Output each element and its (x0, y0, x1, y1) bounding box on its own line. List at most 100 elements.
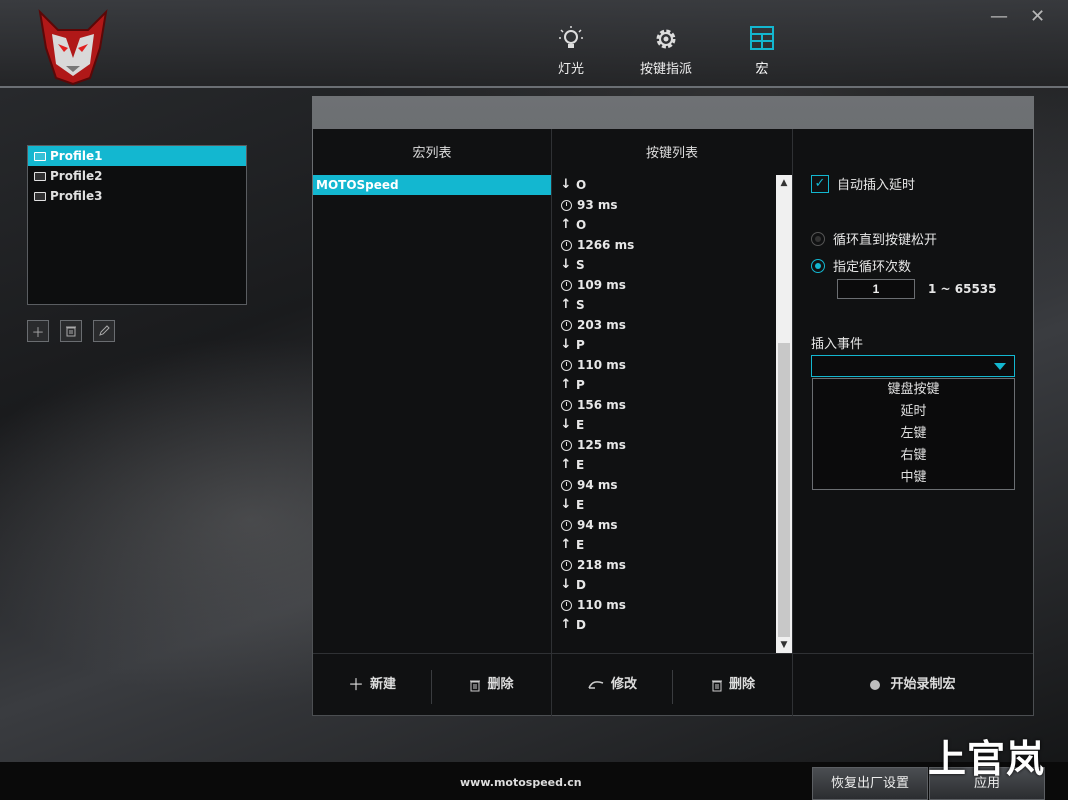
key-event-row[interactable]: ↓ P (552, 335, 774, 355)
key-list-header: 按键列表 (645, 146, 698, 161)
website-url: www.motospeed.cn (460, 776, 582, 789)
scroll-thumb[interactable] (778, 343, 790, 637)
macro-options-column: ✓ 自动插入延时 循环直到按键松开 指定循环次数 1 ~ 65535 插入事件 … (793, 129, 1033, 653)
minimize-button[interactable]: — (990, 6, 1008, 27)
arrow-down-icon: ↓ (560, 257, 572, 272)
key-event-label: D (576, 618, 586, 632)
macro-list-item[interactable]: MOTOSpeed (313, 175, 551, 195)
scroll-down-arrow[interactable]: ▼ (776, 637, 792, 653)
tab-macro[interactable]: 宏 (722, 24, 802, 77)
event-option[interactable]: 中键 (813, 467, 1014, 489)
clock-icon (561, 559, 572, 571)
key-event-row[interactable]: ↓ E (552, 495, 774, 515)
key-event-row[interactable]: 109 ms (552, 275, 774, 295)
plus-icon: ＋ (347, 675, 364, 694)
key-event-label: E (576, 418, 585, 432)
loop-count-input[interactable] (837, 279, 915, 299)
clock-icon (561, 319, 572, 331)
macro-panel: 宏列表 MOTOSpeed 按键列表 ↓ O 93 ms ↑ O 1266 ms ↓ S 109… (313, 129, 1033, 716)
key-event-row[interactable]: 1266 ms (552, 235, 774, 255)
key-event-row[interactable]: ↑ P (552, 375, 774, 395)
key-event-row[interactable]: 93 ms (552, 195, 774, 215)
key-list-scrollbar[interactable]: ▲ ▼ (776, 175, 792, 653)
loop-count-option[interactable]: 指定循环次数 (811, 256, 911, 275)
scroll-up-arrow[interactable]: ▲ (776, 175, 792, 191)
auto-delay-row[interactable]: ✓ 自动插入延时 (811, 174, 915, 193)
new-macro-button[interactable]: ＋ 新建 (313, 654, 431, 716)
close-button[interactable]: ✕ (1030, 6, 1045, 27)
panel-bottom-bar: ＋ 新建 删除 修改 删除 开始录制宏 (313, 653, 1033, 716)
key-event-row[interactable]: 110 ms (552, 355, 774, 375)
event-option[interactable]: 键盘按键 (813, 379, 1014, 401)
loop-until-release-option[interactable]: 循环直到按键松开 (811, 229, 937, 248)
delete-key-button[interactable]: 删除 (673, 654, 793, 716)
key-event-row[interactable]: ↓ S (552, 255, 774, 275)
radio-icon[interactable] (811, 231, 825, 246)
key-event-row[interactable]: 218 ms (552, 555, 774, 575)
folder-icon (34, 171, 46, 181)
key-event-label: D (576, 578, 586, 592)
event-option[interactable]: 左键 (813, 423, 1014, 445)
key-event-label: 109 ms (577, 278, 626, 292)
tab-macro-label: 宏 (755, 62, 769, 77)
factory-reset-button[interactable]: 恢复出厂设置 (812, 767, 928, 800)
delete-profile-button[interactable] (60, 320, 82, 342)
key-event-row[interactable]: 94 ms (552, 515, 774, 535)
folder-icon (34, 151, 46, 161)
chevron-down-icon (994, 363, 1006, 370)
macro-grid-icon (722, 24, 802, 54)
key-list-column: 按键列表 ↓ O 93 ms ↑ O 1266 ms ↓ S 109 ms ↑ S 203 ms ↓ P 1… (552, 129, 793, 653)
macro-list-column: 宏列表 MOTOSpeed (313, 129, 552, 653)
arrow-up-icon: ↑ (560, 297, 572, 312)
modify-key-button[interactable]: 修改 (552, 654, 672, 716)
add-profile-button[interactable]: ＋ (27, 320, 49, 342)
key-event-row[interactable]: 94 ms (552, 475, 774, 495)
key-event-row[interactable]: ↓ E (552, 415, 774, 435)
tab-key-assign[interactable]: 按键指派 (626, 24, 706, 77)
key-event-label: P (576, 338, 585, 352)
clock-icon (561, 279, 572, 291)
gear-icon (626, 24, 706, 54)
tab-lighting[interactable]: 灯光 (531, 24, 611, 77)
arrow-up-icon: ↑ (560, 537, 572, 552)
clock-icon (561, 519, 572, 531)
key-event-label: E (576, 538, 585, 552)
radio-selected-icon[interactable] (811, 258, 825, 273)
profile-list: Profile1 Profile2 Profile3 (27, 145, 247, 305)
profile-item[interactable]: Profile3 (28, 186, 246, 206)
edit-profile-button[interactable] (93, 320, 115, 342)
delete-key-label: 删除 (728, 677, 755, 692)
key-event-row[interactable]: ↑ S (552, 295, 774, 315)
key-event-row[interactable]: 125 ms (552, 435, 774, 455)
key-event-label: 110 ms (577, 598, 626, 612)
key-event-row[interactable]: 203 ms (552, 315, 774, 335)
arrow-down-icon: ↓ (560, 177, 572, 192)
key-event-row[interactable]: ↓ O (552, 175, 774, 195)
key-event-label: O (576, 178, 587, 192)
start-recording-button[interactable]: 开始录制宏 (793, 654, 1033, 716)
key-event-label: S (576, 298, 585, 312)
key-event-label: S (576, 258, 585, 272)
key-event-label: 218 ms (577, 558, 626, 572)
loop-until-release-label: 循环直到按键松开 (833, 233, 938, 248)
insert-event-dropdown[interactable] (811, 355, 1015, 377)
folder-icon (34, 191, 46, 201)
key-event-row[interactable]: ↑ D (552, 615, 774, 635)
event-option[interactable]: 右键 (813, 445, 1014, 467)
key-event-label: 125 ms (577, 438, 626, 452)
key-event-row[interactable]: ↓ D (552, 575, 774, 595)
key-event-row[interactable]: ↑ E (552, 455, 774, 475)
profile-item[interactable]: Profile2 (28, 166, 246, 186)
arrow-down-icon: ↓ (560, 417, 572, 432)
arrow-up-icon: ↑ (560, 617, 572, 632)
checkbox-checked-icon[interactable]: ✓ (811, 174, 829, 193)
delete-macro-button[interactable]: 删除 (432, 654, 551, 716)
profile-item[interactable]: Profile1 (28, 146, 246, 166)
key-event-row[interactable]: ↑ O (552, 215, 774, 235)
key-event-row[interactable]: ↑ E (552, 535, 774, 555)
key-event-list[interactable]: ↓ O 93 ms ↑ O 1266 ms ↓ S 109 ms ↑ S 203 ms ↓ P 110 ms… (552, 175, 774, 651)
event-option[interactable]: 延时 (813, 401, 1014, 423)
watermark-text: 上官岚 (928, 737, 1046, 781)
key-event-row[interactable]: 156 ms (552, 395, 774, 415)
key-event-row[interactable]: 110 ms (552, 595, 774, 615)
